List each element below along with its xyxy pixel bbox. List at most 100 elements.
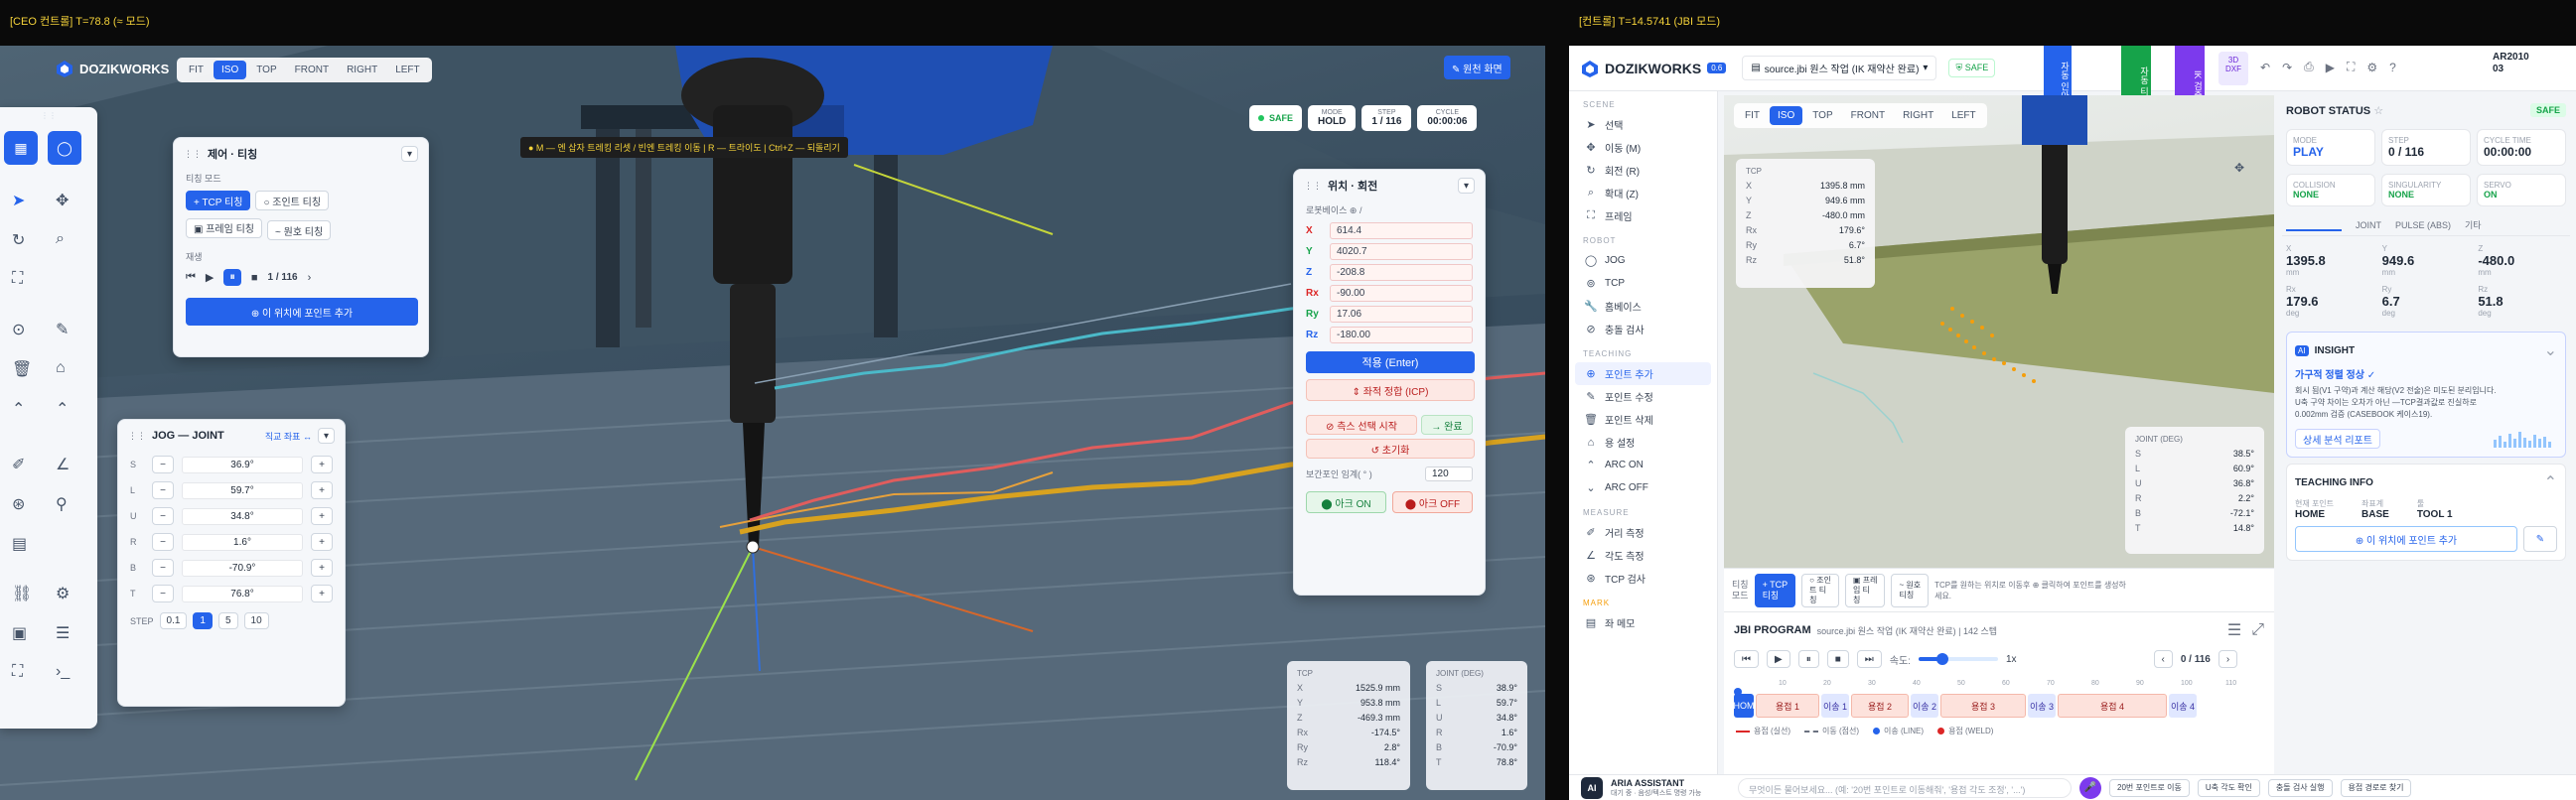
frame-icon[interactable]: ⛶: [12, 270, 23, 288]
sidebar-item-settings[interactable]: ⌂ 용 설정: [1569, 431, 1717, 454]
jog-minus-button[interactable]: −: [152, 585, 174, 602]
tab-other[interactable]: 기타: [2465, 218, 2482, 231]
sidebar-item-tcp-check[interactable]: ⊛ TCP 검사: [1569, 567, 1717, 590]
image-icon[interactable]: ▣: [12, 623, 27, 643]
jog-minus-button[interactable]: −: [152, 533, 174, 551]
pos-field-input[interactable]: 17.06: [1330, 306, 1473, 323]
tab-cartesian[interactable]: [2286, 219, 2342, 231]
undo-icon[interactable]: ↶: [2260, 61, 2270, 74]
right-view-right-button[interactable]: RIGHT: [1895, 106, 1941, 125]
assistant-input[interactable]: 무엇이든 물어보세요... (예: '20번 포인트로 이동해줘', '용접 각…: [1738, 777, 2072, 798]
sidebar-item-zoom[interactable]: ⌕ 확대 (Z): [1569, 182, 1717, 204]
pos-collapse-button[interactable]: ▾: [1457, 178, 1475, 194]
sidebar-item-collision[interactable]: ⊘ 충돌 검사: [1569, 318, 1717, 340]
tab-pulse[interactable]: PULSE (ABS): [2395, 220, 2451, 230]
camera-icon[interactable]: ⎙: [2304, 60, 2314, 74]
timeline-cursor[interactable]: [1734, 688, 1742, 696]
orbit-tool-icon[interactable]: ◯: [48, 131, 81, 165]
jog-plus-button[interactable]: +: [311, 559, 333, 577]
right-view-left-button[interactable]: LEFT: [1943, 106, 1983, 125]
sidebar-item-angle[interactable]: ∠ 각도 측정: [1569, 544, 1717, 567]
zoom-icon[interactable]: ⌕: [56, 230, 65, 248]
jog-minus-button[interactable]: −: [152, 481, 174, 499]
pause-icon[interactable]: ⏸: [223, 269, 241, 286]
stop-icon[interactable]: ■: [251, 272, 258, 284]
sidebar-item-arc-on[interactable]: ⌃ ARC ON: [1569, 454, 1717, 476]
trash-icon[interactable]: 🗑: [12, 359, 32, 379]
sidebar-item-select[interactable]: ➤ 선택: [1569, 113, 1717, 136]
pointer-icon[interactable]: ➤: [12, 191, 25, 210]
sidebar-item-delete-point[interactable]: 🗑 포인트 삭제: [1569, 408, 1717, 431]
sidebar-item-distance[interactable]: ✐ 거리 측정: [1569, 521, 1717, 544]
step-next-icon[interactable]: ›: [2218, 650, 2238, 668]
jog-minus-button[interactable]: −: [152, 456, 174, 473]
angle-icon[interactable]: ∠: [56, 455, 70, 474]
help-icon[interactable]: ?: [2389, 61, 2396, 74]
pos-field-input[interactable]: -208.8: [1330, 264, 1473, 281]
measure-done-button[interactable]: → 완료: [1421, 415, 1473, 435]
timeline-weld-segment[interactable]: 용접 1: [1756, 694, 1819, 718]
teach-info-edit-icon[interactable]: ✎: [2523, 526, 2557, 552]
pos-field-input[interactable]: 4020.7: [1330, 243, 1473, 260]
right-view-iso-button[interactable]: ISO: [1770, 106, 1803, 125]
rotate-icon[interactable]: ↻: [12, 230, 25, 250]
timeline-move-segment[interactable]: 이송 3: [2028, 694, 2056, 718]
cog-icon[interactable]: ⊛: [12, 494, 25, 514]
pos-field-input[interactable]: 614.4: [1330, 222, 1473, 239]
cartesian-toggle-link[interactable]: 직교 좌표 ↔: [265, 430, 312, 443]
view-left-button[interactable]: LEFT: [387, 61, 427, 79]
fullscreen-icon[interactable]: ⛶: [2347, 60, 2355, 74]
rail-grip[interactable]: ⋮⋮: [0, 107, 97, 120]
timeline-weld-segment[interactable]: 용접 2: [1851, 694, 1909, 718]
list-icon[interactable]: ☰: [56, 623, 70, 643]
jog-plus-button[interactable]: +: [311, 456, 333, 473]
program-stop-icon[interactable]: ■: [1826, 650, 1849, 668]
home-icon[interactable]: ⌂: [56, 359, 66, 377]
measure-start-button[interactable]: ⊘ 측스 선택 시작: [1306, 415, 1417, 435]
step-prev-icon[interactable]: ‹: [2153, 650, 2173, 668]
view-right-button[interactable]: RIGHT: [339, 61, 385, 79]
tcp-teach-button[interactable]: + TCP 티칭: [186, 191, 251, 210]
sidebar-item-add-point[interactable]: ⊕ 포인트 추가: [1575, 362, 1711, 385]
teaching-info-chevron-icon[interactable]: ⌃: [2544, 472, 2557, 492]
quick-u-axis-button[interactable]: U축 각도 확인: [2197, 778, 2260, 797]
teach-panel-collapse-button[interactable]: ▾: [400, 146, 418, 162]
sidebar-item-frame[interactable]: ⛶ 프레임: [1569, 204, 1717, 227]
redo-icon[interactable]: ↷: [2282, 61, 2292, 74]
timeline-move-segment[interactable]: 이송 2: [1911, 694, 1938, 718]
tolerance-input[interactable]: 120: [1425, 467, 1473, 481]
link-icon[interactable]: ⛓: [12, 584, 32, 603]
doc-icon[interactable]: ▤: [12, 534, 27, 554]
jog-plus-button[interactable]: +: [311, 481, 333, 499]
speed-slider-thumb[interactable]: [1935, 653, 1948, 665]
timeline-move-segment[interactable]: 이송 4: [2169, 694, 2197, 718]
file-selector[interactable]: ▤ source.jbi 원스 작업 (IK 재약산 완료) ▾: [1742, 56, 1937, 80]
sidebar-item-rotate[interactable]: ↻ 회전 (R): [1569, 159, 1717, 182]
speed-slider[interactable]: [1918, 653, 1998, 665]
add-point-button[interactable]: ⊕ 이 위치에 포인트 추가: [186, 298, 418, 326]
frame-selector-label[interactable]: 로봇베이스 ⊕ /: [1294, 201, 1485, 220]
right-3d-viewport[interactable]: FIT ISO TOP FRONT RIGHT LEFT TCP X 1395.8…: [1724, 95, 2274, 568]
program-expand-icon[interactable]: ⤢: [2251, 621, 2264, 639]
sidebar-item-homebase[interactable]: 🔧 홈베이스: [1569, 295, 1717, 318]
terminal-icon[interactable]: ›_: [56, 663, 70, 681]
gear-icon[interactable]: ⚙: [56, 584, 70, 603]
joint-teach-button[interactable]: ○ 조인트 티칭: [255, 191, 330, 210]
right-view-front-button[interactable]: FRONT: [1843, 106, 1893, 125]
tab-joint[interactable]: JOINT: [2356, 220, 2381, 230]
program-menu-icon[interactable]: ☰: [2227, 620, 2241, 640]
first-icon[interactable]: ⏮: [186, 271, 196, 284]
apply-button[interactable]: 적용 (Enter): [1306, 351, 1475, 373]
view-iso-button[interactable]: ISO: [214, 61, 247, 79]
sidebar-item-memo[interactable]: ▤ 좌 메모: [1569, 611, 1717, 634]
timeline-segments[interactable]: HOM 용접 1 이송 1 용접 2 이송 2 용접 3 이송 3 용접 4 이송 4: [1734, 694, 2264, 718]
timeline-weld-segment[interactable]: 용접 4: [2058, 694, 2167, 718]
sidebar-item-edit-point[interactable]: ✎ 포인트 수정: [1569, 385, 1717, 408]
program-first-icon[interactable]: ⏮: [1734, 650, 1759, 668]
right-view-top-button[interactable]: TOP: [1804, 106, 1840, 125]
program-last-icon[interactable]: ⏭: [1856, 650, 1882, 668]
icp-align-button[interactable]: ⇕ 좌적 정합 (ICP): [1306, 379, 1475, 401]
teach-bar-frame-button[interactable]: ▣ 프레 임 티 칭: [1844, 573, 1886, 607]
quick-collision-button[interactable]: 충돌 검사 실행: [2267, 778, 2333, 797]
jog-minus-button[interactable]: −: [152, 559, 174, 577]
